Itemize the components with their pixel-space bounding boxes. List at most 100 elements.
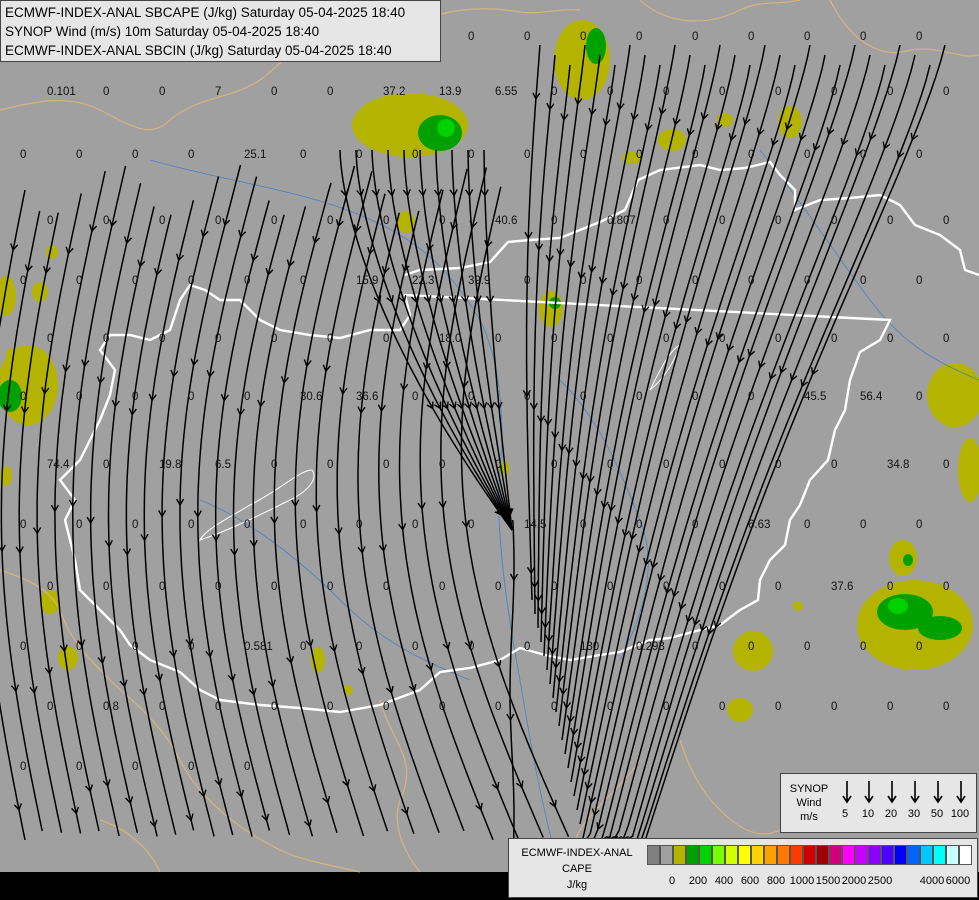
cin-value: 0 (244, 391, 251, 403)
cin-value: 0 (76, 641, 83, 653)
cape-swatch (816, 845, 829, 865)
cin-value: 0.8 (103, 701, 119, 713)
cin-value: 36.6 (356, 391, 379, 403)
cin-value: 0 (300, 519, 307, 531)
cin-value: 0 (663, 86, 670, 98)
cin-value: 0 (580, 519, 587, 531)
cin-value: 0 (468, 31, 475, 43)
wind-speed-5: 5 (841, 808, 849, 820)
cin-value: 0 (663, 215, 670, 227)
cin-value: 0 (103, 86, 110, 98)
cin-value: 0 (607, 701, 614, 713)
cin-value: 0 (692, 391, 699, 403)
cin-value: 0 (47, 581, 54, 593)
cin-value: 0 (468, 519, 475, 531)
cin-value: 0 (300, 149, 307, 161)
cin-value: 0 (356, 641, 363, 653)
cin-value: 0 (215, 333, 222, 345)
cin-value: 0 (271, 215, 278, 227)
cin-value: 0 (468, 641, 475, 653)
cin-value: 0 (103, 581, 110, 593)
cape-swatch (660, 845, 673, 865)
cin-value: 0 (412, 641, 419, 653)
cin-value: 0 (860, 149, 867, 161)
cin-value: 0 (607, 581, 614, 593)
cin-value: 130 (580, 641, 600, 653)
cin-value: 0 (916, 149, 923, 161)
cin-value: 0 (383, 215, 390, 227)
cin-value: 0.293 (636, 641, 665, 653)
cin-value: 0 (636, 391, 643, 403)
cin-value: 0 (804, 149, 811, 161)
cape-swatch (933, 845, 946, 865)
cin-value: 0 (468, 391, 475, 403)
cin-value: 34.8 (887, 459, 910, 471)
cin-value: 0 (76, 275, 83, 287)
cape-legend-title-2: CAPE (562, 863, 592, 875)
cin-value: 0 (692, 519, 699, 531)
cin-value: 0 (20, 149, 27, 161)
cin-value: 0 (495, 333, 502, 345)
cin-value: 0 (159, 581, 166, 593)
cin-value: 0 (748, 149, 755, 161)
cin-value: 0 (132, 275, 139, 287)
cape-swatch (777, 845, 790, 865)
cin-value: 74.4 (47, 459, 70, 471)
cin-value: 0 (132, 391, 139, 403)
cin-value: 0 (804, 519, 811, 531)
cape-swatch (803, 845, 816, 865)
cin-value: 0 (47, 333, 54, 345)
cin-value: 19.8 (159, 459, 182, 471)
cin-value: 0 (495, 459, 502, 471)
cin-value: 0 (775, 701, 782, 713)
cin-value: 0 (159, 215, 166, 227)
cin-value: 0 (748, 391, 755, 403)
cape-swatch (738, 845, 751, 865)
wind-speed-50: 50 (930, 808, 944, 820)
cin-value: 0 (692, 275, 699, 287)
cin-value: 0 (327, 215, 334, 227)
cin-value: 6.63 (748, 519, 771, 531)
cin-value: 37.2 (383, 86, 406, 98)
cape-swatch (829, 845, 842, 865)
cin-value: 0 (188, 391, 195, 403)
wind-speed-20: 20 (884, 808, 898, 820)
cin-value: 0 (916, 391, 923, 403)
cin-value: 0 (188, 761, 195, 773)
cin-value: 0 (159, 86, 166, 98)
cin-value: 0 (495, 701, 502, 713)
cin-value: 0 (383, 701, 390, 713)
cin-value: 0 (636, 275, 643, 287)
cin-value: 0 (412, 519, 419, 531)
cin-value: 0 (831, 86, 838, 98)
cape-swatch (673, 845, 686, 865)
cin-value: 0 (607, 86, 614, 98)
title-line-wind: SYNOP Wind (m/s) 10m Saturday 05-04-2025… (5, 24, 320, 39)
cin-value: 0 (76, 761, 83, 773)
cin-value: 56.4 (860, 391, 883, 403)
cin-value: 0 (692, 641, 699, 653)
cape-swatch (881, 845, 894, 865)
cape-swatch (920, 845, 933, 865)
cape-swatch (764, 845, 777, 865)
cape-swatch (712, 845, 725, 865)
cape-legend-title-3: J/kg (566, 879, 588, 891)
cin-value: 0 (748, 31, 755, 43)
cin-value: 0 (439, 581, 446, 593)
cin-value: 0.101 (47, 86, 76, 98)
cin-value: 0 (916, 275, 923, 287)
cin-value: 0 (383, 581, 390, 593)
cin-value: 40.6 (495, 215, 518, 227)
cin-value: 0 (76, 519, 83, 531)
cin-value: 45.5 (804, 391, 827, 403)
cin-value: 0 (580, 275, 587, 287)
wind-legend-title-1: SYNOP (789, 783, 829, 795)
cin-value: 0 (551, 333, 558, 345)
cin-value: 0 (607, 333, 614, 345)
cin-value: 0 (327, 581, 334, 593)
cin-value: 0 (468, 149, 475, 161)
cin-value: 0 (439, 459, 446, 471)
wind-speed-10: 10 (861, 808, 875, 820)
cin-value: 0 (692, 149, 699, 161)
wind-legend-title: SYNOP Wind m/s (783, 782, 835, 824)
